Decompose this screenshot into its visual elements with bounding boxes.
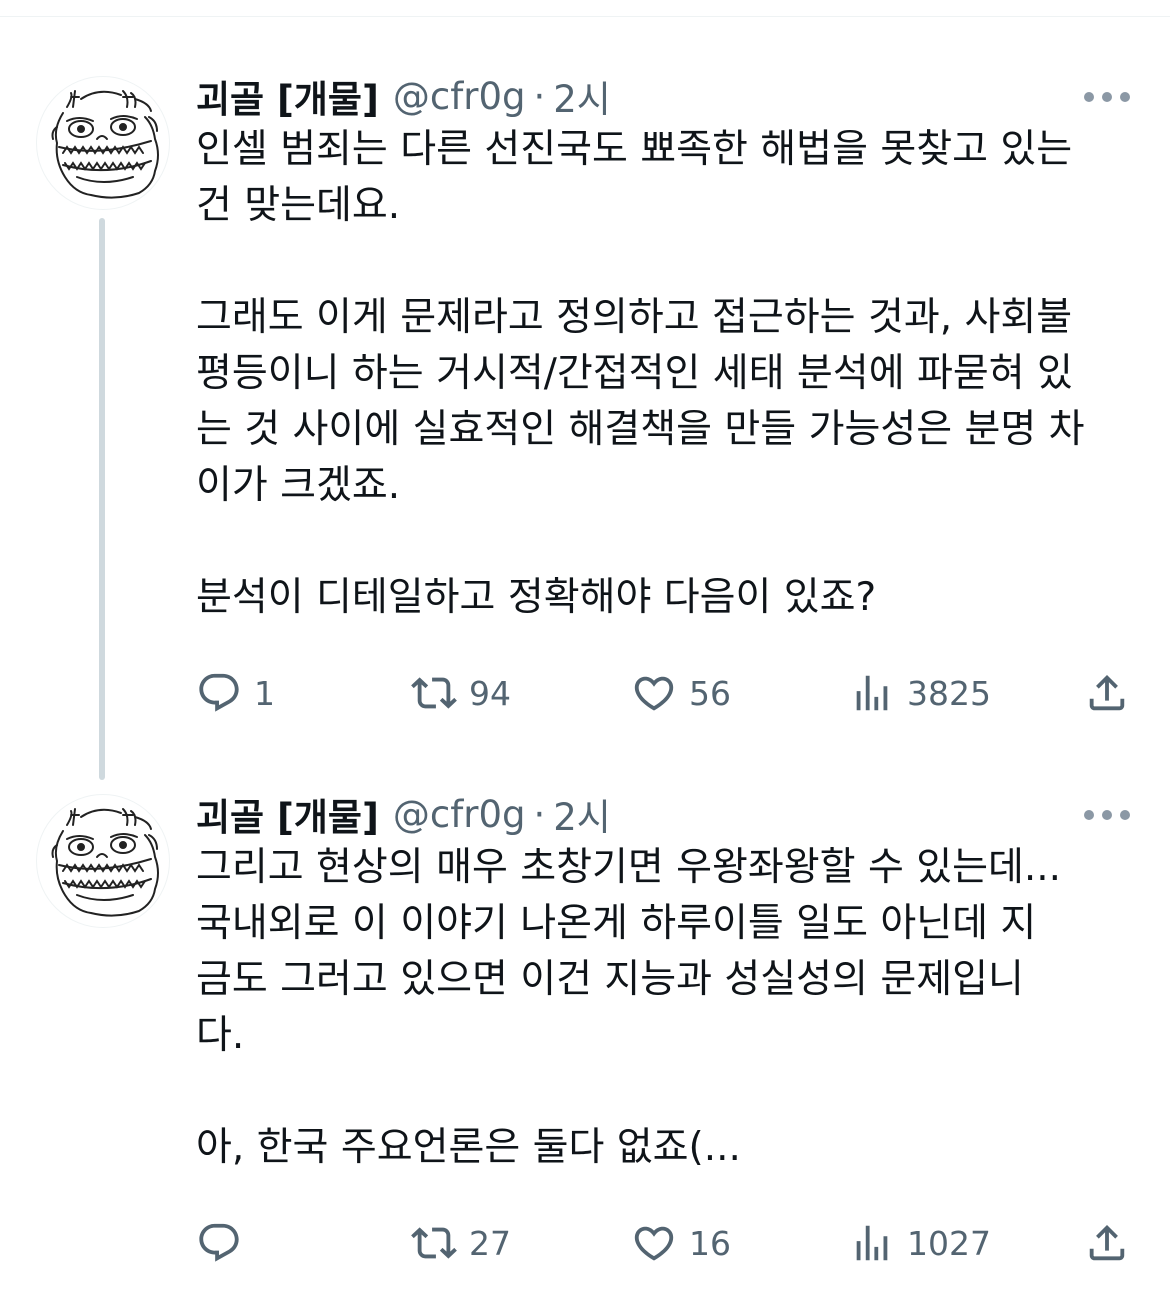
avatar[interactable] <box>36 794 170 928</box>
reply-count: 1 <box>254 673 275 713</box>
tweet-text: 인셀 범죄는 다른 선진국도 뾰족한 해법을 못찾고 있는 건 맞는데요. 그래… <box>196 127 1085 620</box>
reply-bubble-icon <box>199 1223 239 1262</box>
like-button[interactable]: 56 <box>631 668 731 718</box>
action-bar: 1 94 56 3825 <box>196 668 1136 718</box>
reply-bubble-icon <box>199 673 239 712</box>
action-bar: 27 16 1027 <box>196 1218 1136 1268</box>
retweet-count: 27 <box>469 1223 511 1263</box>
share-upload-icon <box>1089 674 1125 711</box>
display-name[interactable]: 괴골 [개물] <box>196 69 379 123</box>
share-button[interactable] <box>1084 668 1130 718</box>
tweet-header: 괴골 [개물] @cfr0g · 2시 <box>196 68 611 124</box>
retweet-icon <box>411 677 457 709</box>
thread-connector-line <box>99 218 105 780</box>
timestamp[interactable]: 2시 <box>553 69 611 123</box>
user-handle[interactable]: @cfr0g <box>393 75 526 118</box>
like-button[interactable]: 16 <box>631 1218 731 1268</box>
share-upload-icon <box>1089 1224 1125 1261</box>
views-count: 3825 <box>907 673 991 713</box>
retweet-icon <box>411 1227 457 1259</box>
avatar[interactable] <box>36 76 170 210</box>
share-button[interactable] <box>1084 1218 1130 1268</box>
views-bar-chart-icon <box>856 675 888 711</box>
heart-icon <box>634 1226 674 1261</box>
timestamp[interactable]: 2시 <box>553 787 611 841</box>
separator-dot: · <box>533 792 546 836</box>
reply-button[interactable]: 1 <box>196 668 275 718</box>
monster-avatar-icon <box>51 808 159 917</box>
separator-dot: · <box>533 74 546 118</box>
reply-button[interactable] <box>196 1218 254 1268</box>
more-dots-icon[interactable] <box>1084 86 1130 108</box>
retweet-button[interactable]: 94 <box>411 668 511 718</box>
retweet-count: 94 <box>469 673 511 713</box>
display-name[interactable]: 괴골 [개물] <box>196 787 379 841</box>
like-count: 56 <box>689 673 731 713</box>
retweet-button[interactable]: 27 <box>411 1218 511 1268</box>
views-bar-chart-icon <box>856 1225 888 1261</box>
views-button[interactable]: 1027 <box>849 1218 991 1268</box>
views-count: 1027 <box>907 1223 991 1263</box>
tweet-header: 괴골 [개물] @cfr0g · 2시 <box>196 786 611 842</box>
monster-avatar-icon <box>51 90 159 199</box>
top-divider <box>0 16 1170 17</box>
user-handle[interactable]: @cfr0g <box>393 793 526 836</box>
views-button[interactable]: 3825 <box>849 668 991 718</box>
tweet-text: 그리고 현상의 매우 초창기면 우왕좌왕할 수 있는데... 국내외로 이 이야… <box>196 845 1062 1170</box>
like-count: 16 <box>689 1223 731 1263</box>
more-dots-icon[interactable] <box>1084 804 1130 826</box>
heart-icon <box>634 676 674 711</box>
